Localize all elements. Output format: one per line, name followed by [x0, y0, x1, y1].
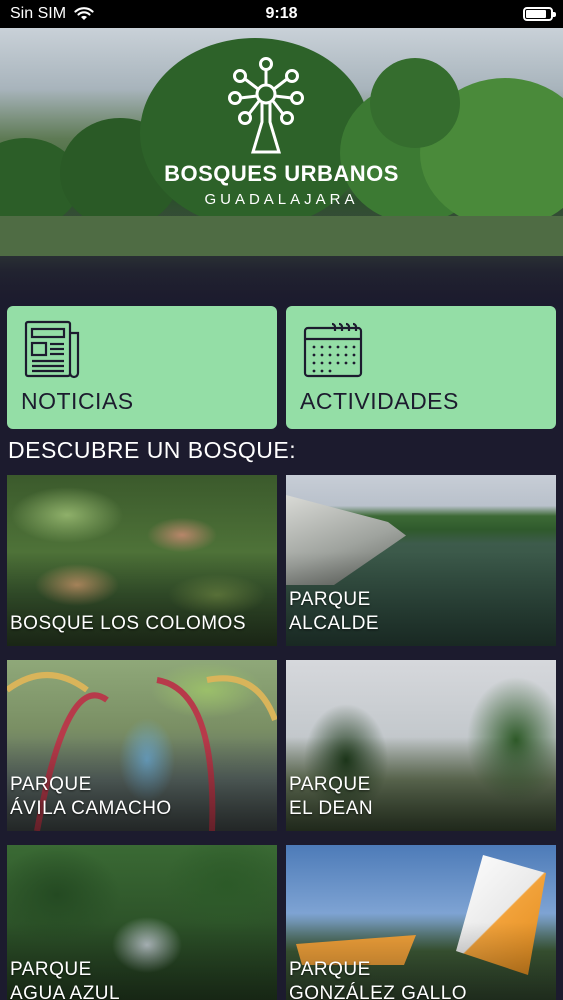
- status-bar: Sin SIM 9:18: [0, 0, 563, 28]
- park-name-line2: AGUA AZUL: [10, 983, 121, 1000]
- park-name-line1: PARQUE: [289, 589, 371, 610]
- park-name-line1: BOSQUE LOS COLOMOS: [10, 613, 246, 634]
- park-name-line1: PARQUE: [10, 959, 92, 980]
- park-name: PARQUE AGUA AZUL: [10, 958, 120, 1000]
- clock: 9:18: [265, 5, 298, 22]
- bosques-logo-icon: [228, 57, 304, 154]
- park-card-colomos[interactable]: BOSQUE LOS COLOMOS: [7, 475, 277, 646]
- park-name-line1: PARQUE: [10, 774, 92, 795]
- noticias-button[interactable]: NOTICIAS: [7, 306, 277, 429]
- actividades-button[interactable]: ACTIVIDADES: [286, 306, 556, 429]
- section-title: DESCUBRE UN BOSQUE:: [8, 437, 297, 463]
- park-name: PARQUE GONZÁLEZ GALLO: [289, 958, 467, 1000]
- hero-banner: BOSQUES URBANOS GUADALAJARA: [0, 28, 563, 305]
- park-card-gonzalez-gallo[interactable]: PARQUE GONZÁLEZ GALLO: [286, 845, 556, 1000]
- wifi-icon: [74, 7, 94, 20]
- actividades-label: ACTIVIDADES: [300, 388, 459, 414]
- app-subtitle: GUADALAJARA: [204, 191, 359, 208]
- park-card-alcalde[interactable]: PARQUE ALCALDE: [286, 475, 556, 646]
- park-name: PARQUE EL DEAN: [289, 773, 373, 821]
- park-name-line1: PARQUE: [289, 959, 371, 980]
- park-name: PARQUE ALCALDE: [289, 588, 379, 636]
- park-name-line2: GONZÁLEZ GALLO: [289, 983, 468, 1000]
- noticias-label: NOTICIAS: [21, 388, 134, 414]
- newspaper-icon: [24, 320, 80, 379]
- park-card-avila-camacho[interactable]: PARQUE ÁVILA CAMACHO: [7, 660, 277, 831]
- park-name: PARQUE ÁVILA CAMACHO: [10, 773, 172, 821]
- park-name: BOSQUE LOS COLOMOS: [10, 612, 246, 636]
- battery-icon: [523, 7, 556, 21]
- carrier-label: Sin SIM: [10, 5, 67, 22]
- park-card-agua-azul[interactable]: PARQUE AGUA AZUL: [7, 845, 277, 1000]
- calendar-icon: [303, 322, 363, 378]
- park-name-line2: ALCALDE: [289, 613, 380, 634]
- park-name-line2: ÁVILA CAMACHO: [10, 798, 172, 819]
- park-card-el-dean[interactable]: PARQUE EL DEAN: [286, 660, 556, 831]
- park-name-line2: EL DEAN: [289, 798, 374, 819]
- app-title: BOSQUES URBANOS: [164, 161, 399, 186]
- park-name-line1: PARQUE: [289, 774, 371, 795]
- status-left: Sin SIM: [10, 5, 94, 23]
